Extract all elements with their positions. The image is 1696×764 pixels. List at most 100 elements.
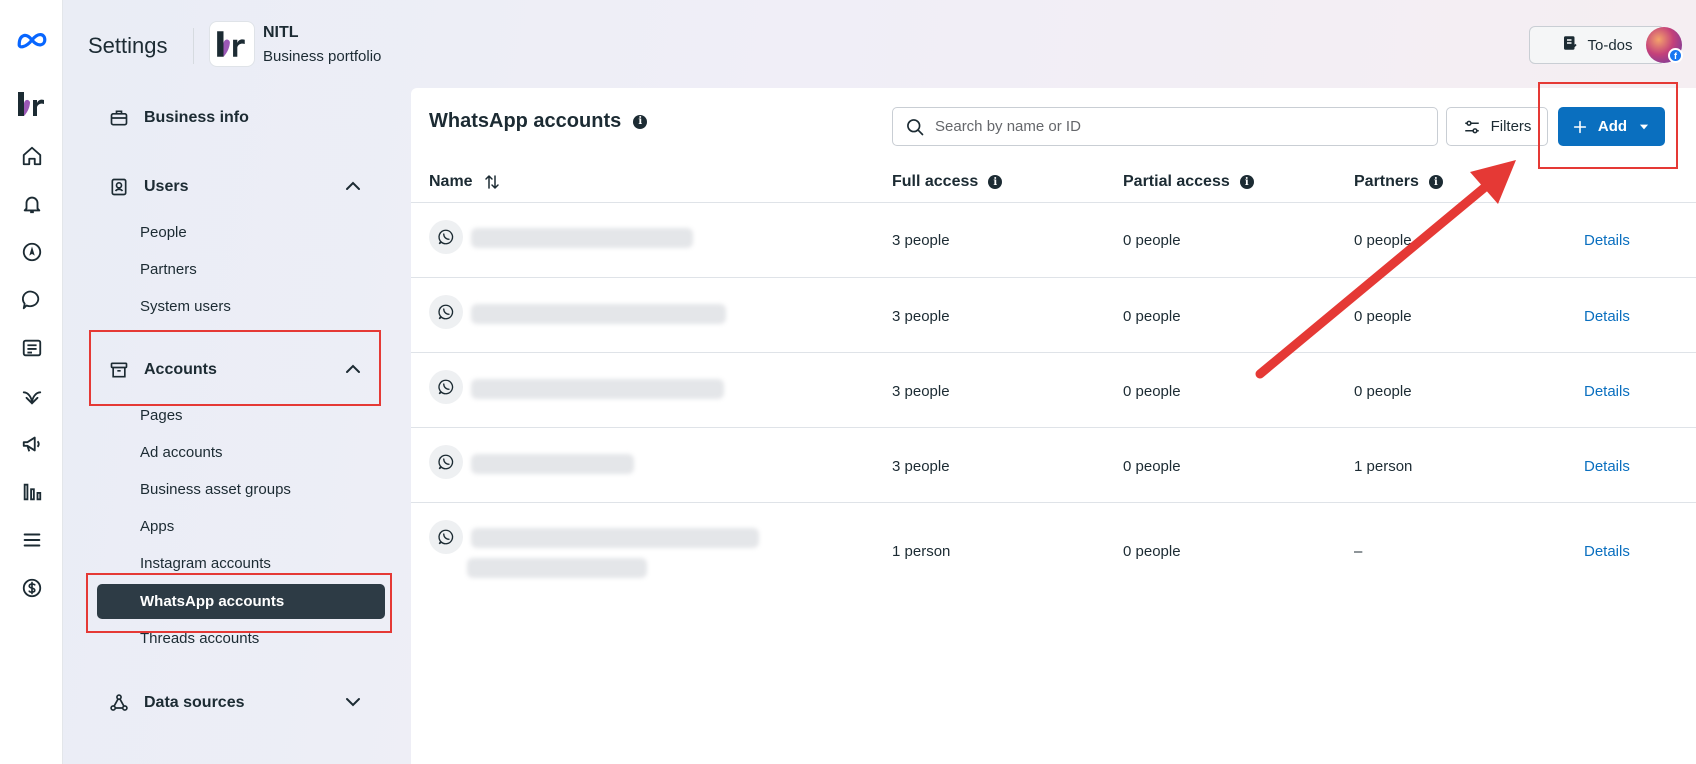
partners-cell: 0 people bbox=[1354, 232, 1412, 249]
header-divider bbox=[193, 28, 194, 64]
whatsapp-icon bbox=[429, 370, 463, 404]
filters-button[interactable]: Filters bbox=[1446, 107, 1548, 146]
details-link[interactable]: Details bbox=[1584, 543, 1630, 560]
portfolio-logo-icon[interactable] bbox=[16, 88, 48, 120]
info-icon[interactable]: i bbox=[988, 175, 1003, 189]
section-header: WhatsApp accounts i bbox=[429, 110, 648, 133]
home-icon[interactable] bbox=[16, 140, 48, 172]
redacted-name bbox=[471, 379, 724, 399]
sidebar-item-business-info[interactable]: Business info bbox=[108, 107, 249, 129]
partners-cell: 0 people bbox=[1354, 308, 1412, 325]
partners-cell: 0 people bbox=[1354, 383, 1412, 400]
sidebar-section-data-sources[interactable]: Data sources bbox=[108, 692, 245, 714]
add-button[interactable]: Add bbox=[1558, 107, 1665, 146]
partial-access-cell: 0 people bbox=[1123, 458, 1181, 475]
sidebar-item-ad-accounts[interactable]: Ad accounts bbox=[140, 444, 223, 461]
todos-label: To-dos bbox=[1587, 36, 1633, 54]
redacted-name bbox=[471, 304, 726, 324]
sidebar-item-pages[interactable]: Pages bbox=[140, 407, 183, 424]
header-divider bbox=[411, 202, 1696, 203]
sidebar-section-users[interactable]: Users bbox=[108, 176, 188, 198]
todos-icon bbox=[1561, 34, 1579, 56]
sidebar-item-business-asset-groups[interactable]: Business asset groups bbox=[140, 481, 291, 498]
sidebar-item-threads-accounts[interactable]: Threads accounts bbox=[140, 630, 259, 647]
sidebar-label: Users bbox=[144, 178, 189, 195]
partial-access-cell: 0 people bbox=[1123, 308, 1181, 325]
row-divider bbox=[411, 502, 1696, 503]
search-box[interactable] bbox=[892, 107, 1438, 146]
info-icon[interactable]: i bbox=[633, 114, 648, 129]
bell-icon[interactable] bbox=[16, 188, 48, 220]
row-divider bbox=[411, 277, 1696, 278]
sidebar-item-partners[interactable]: Partners bbox=[140, 261, 197, 278]
menu-icon[interactable] bbox=[16, 524, 48, 556]
redacted-name bbox=[471, 528, 759, 548]
sort-icon[interactable] bbox=[483, 173, 501, 191]
partial-access-cell: 0 people bbox=[1123, 383, 1181, 400]
caret-down-icon bbox=[1639, 124, 1649, 129]
megaphone-icon[interactable] bbox=[16, 428, 48, 460]
search-icon bbox=[907, 118, 924, 135]
details-link[interactable]: Details bbox=[1584, 383, 1630, 400]
portfolio-subtitle: Business portfolio bbox=[263, 48, 382, 65]
details-link[interactable]: Details bbox=[1584, 308, 1630, 325]
sidebar-label: Accounts bbox=[144, 361, 217, 378]
plus-icon bbox=[1573, 120, 1587, 133]
row-divider bbox=[411, 427, 1696, 428]
details-link[interactable]: Details bbox=[1584, 232, 1630, 249]
search-input[interactable] bbox=[935, 118, 1415, 135]
full-access-cell: 1 person bbox=[892, 543, 951, 560]
redacted-id bbox=[467, 558, 647, 578]
briefcase-icon bbox=[108, 107, 130, 129]
full-access-cell: 3 people bbox=[892, 232, 950, 249]
main-panel: WhatsApp accounts i Filters Add Name Ful… bbox=[411, 88, 1696, 764]
sidebar-section-accounts[interactable]: Accounts bbox=[108, 359, 217, 381]
chevron-up-icon[interactable] bbox=[343, 359, 363, 379]
insights-icon[interactable] bbox=[16, 476, 48, 508]
sidebar-item-apps[interactable]: Apps bbox=[140, 518, 174, 535]
data-sources-icon bbox=[108, 692, 130, 714]
details-link[interactable]: Details bbox=[1584, 458, 1630, 475]
meta-logo-icon[interactable] bbox=[16, 24, 48, 56]
partial-access-cell: 0 people bbox=[1123, 543, 1181, 560]
sidebar-label: Data sources bbox=[144, 694, 245, 711]
todos-button[interactable]: To-dos bbox=[1529, 26, 1665, 64]
redacted-name bbox=[471, 228, 693, 248]
whatsapp-icon bbox=[429, 220, 463, 254]
pages-icon[interactable] bbox=[16, 332, 48, 364]
billing-icon[interactable] bbox=[16, 572, 48, 604]
partners-cell: 1 person bbox=[1354, 458, 1413, 475]
info-icon[interactable]: i bbox=[1239, 175, 1254, 189]
portfolio-logo[interactable] bbox=[209, 21, 255, 67]
page-title: Settings bbox=[88, 33, 168, 58]
info-icon[interactable]: i bbox=[1428, 175, 1443, 189]
facebook-badge-icon: f bbox=[1668, 48, 1683, 63]
chat-icon[interactable] bbox=[16, 284, 48, 316]
sidebar-item-whatsapp-accounts[interactable]: WhatsApp accounts bbox=[97, 584, 385, 619]
chevron-down-icon[interactable] bbox=[343, 692, 363, 712]
sidebar-item-instagram-accounts[interactable]: Instagram accounts bbox=[140, 555, 271, 572]
add-label: Add bbox=[1597, 118, 1628, 135]
partial-access-cell: 0 people bbox=[1123, 232, 1181, 249]
full-access-cell: 3 people bbox=[892, 308, 950, 325]
column-header-full-access: Full access i bbox=[892, 173, 1003, 191]
sidebar-item-people[interactable]: People bbox=[140, 224, 187, 241]
chevron-up-icon[interactable] bbox=[343, 176, 363, 196]
catalog-icon[interactable] bbox=[16, 380, 48, 412]
compass-icon[interactable] bbox=[16, 236, 48, 268]
column-header-partners: Partners i bbox=[1354, 173, 1443, 191]
portfolio-name[interactable]: NITL bbox=[263, 24, 299, 42]
user-card-icon bbox=[108, 176, 130, 198]
column-header-name[interactable]: Name bbox=[429, 173, 501, 191]
section-title: WhatsApp accounts bbox=[429, 110, 622, 132]
sliders-icon bbox=[1464, 120, 1479, 133]
partners-cell: – bbox=[1354, 543, 1363, 560]
full-access-cell: 3 people bbox=[892, 383, 950, 400]
redacted-name bbox=[471, 454, 634, 474]
left-rail bbox=[0, 0, 63, 764]
whatsapp-icon bbox=[429, 520, 463, 554]
whatsapp-icon bbox=[429, 295, 463, 329]
filters-label: Filters bbox=[1490, 118, 1532, 135]
whatsapp-icon bbox=[429, 445, 463, 479]
sidebar-item-system-users[interactable]: System users bbox=[140, 298, 231, 315]
